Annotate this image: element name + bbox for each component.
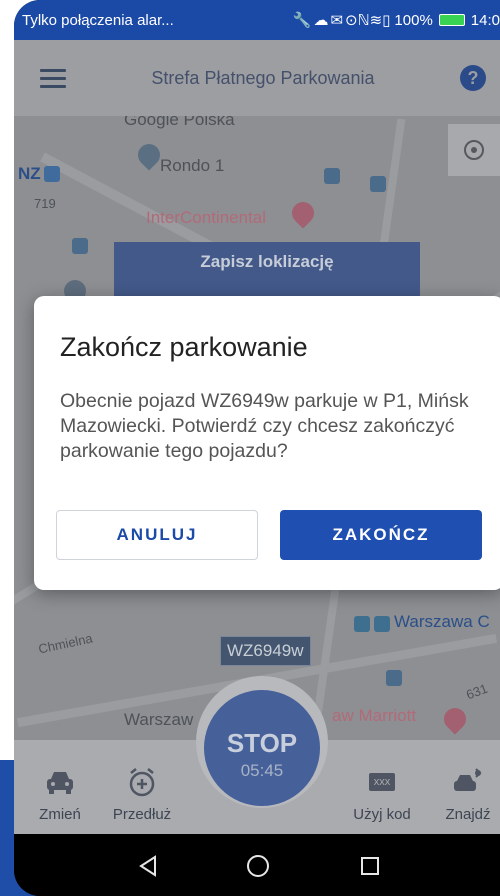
- map-label-intercontinental: InterContinental: [146, 208, 267, 227]
- notification-icons: 🔧☁✉: [292, 12, 346, 29]
- nav-use-code[interactable]: xxx Użyj kod: [342, 740, 422, 834]
- bus-stop-icon: [324, 168, 340, 184]
- phone-screen: Tylko połączenia alar... 🔧☁✉ ⊙ℕ≋▯ 100% 1…: [14, 0, 500, 896]
- dialog-actions: ANULUJ ZAKOŃCZ: [56, 510, 482, 560]
- cancel-button[interactable]: ANULUJ: [56, 510, 258, 560]
- locate-me-button[interactable]: [448, 124, 500, 176]
- battery-percent: 100%: [394, 11, 433, 29]
- parking-timer: 05:45: [240, 761, 284, 780]
- system-status: ⊙ℕ≋▯ 100% 14:0: [345, 11, 500, 30]
- metro-icon: [44, 166, 60, 182]
- crosshair-icon: [464, 140, 484, 160]
- map-label-warszawa: Warszawa C: [394, 612, 490, 631]
- car-icon: [20, 762, 100, 802]
- back-icon[interactable]: [130, 848, 166, 884]
- save-location-panel[interactable]: Zapisz loklizację: [114, 242, 420, 304]
- train-icon: [354, 616, 370, 632]
- map-label-nz: NZ: [18, 164, 41, 183]
- map-label-719: 719: [34, 196, 56, 211]
- map-label-warszaw: Warszaw: [124, 710, 194, 729]
- map-label-rondo: Rondo 1: [160, 156, 225, 175]
- bus-stop-icon: [370, 176, 386, 192]
- train-icon: [374, 616, 390, 632]
- status-bar: Tylko połączenia alar... 🔧☁✉ ⊙ℕ≋▯ 100% 1…: [14, 0, 500, 40]
- nav-label: Zmień: [39, 806, 81, 823]
- save-location-label: Zapisz loklizację: [200, 252, 334, 271]
- hotel-pin-icon: [287, 197, 319, 229]
- dialog-message: Obecnie pojazd WZ6949w parkuje w P1, Miń…: [60, 390, 469, 462]
- poi-icon: [72, 238, 88, 254]
- page-title: Strefa Płatnego Parkowania: [151, 67, 375, 88]
- vehicle-plate-marker[interactable]: WZ6949w: [220, 636, 311, 666]
- nav-find-car[interactable]: Znajdź: [428, 740, 500, 834]
- notification-text: Tylko połączenia alar...: [22, 11, 174, 29]
- system-icons: ⊙ℕ≋▯: [345, 12, 391, 29]
- help-icon[interactable]: ?: [460, 65, 486, 91]
- poi-icon: [386, 670, 402, 686]
- code-icon: xxx: [342, 762, 422, 802]
- nav-change-vehicle[interactable]: Zmień: [20, 740, 100, 834]
- nav-label: Użyj kod: [353, 806, 411, 823]
- nav-label: Znajdź: [445, 806, 491, 823]
- end-parking-dialog: Zakończ parkowanie Obecnie pojazd WZ6949…: [34, 296, 500, 590]
- home-icon[interactable]: [240, 848, 276, 884]
- app-bar: Strefa Płatnego Parkowania ?: [14, 40, 500, 116]
- code-icon-text: xxx: [368, 773, 396, 791]
- find-car-icon: [428, 762, 500, 802]
- hotel-pin-icon: [439, 703, 471, 735]
- map-label-chmielna: Chmielna: [37, 630, 94, 657]
- map-label-google: Google Polska: [124, 116, 235, 129]
- stop-label: STOP: [226, 728, 298, 758]
- alarm-plus-icon: [102, 762, 182, 802]
- dialog-title: Zakończ parkowanie: [60, 332, 308, 362]
- clock: 14:0: [470, 11, 500, 29]
- nav-label: Przedłuż: [112, 806, 172, 823]
- nav-extend[interactable]: Przedłuż: [102, 740, 182, 834]
- recents-icon[interactable]: [352, 848, 388, 884]
- battery-icon: [438, 14, 465, 26]
- stop-parking-button[interactable]: STOP 05:45: [204, 690, 320, 806]
- system-navigation-bar: [14, 834, 500, 896]
- map-label-631: 631: [464, 680, 490, 703]
- confirm-end-button[interactable]: ZAKOŃCZ: [280, 510, 482, 560]
- map-label-marriott: aw Marriott: [332, 706, 417, 725]
- menu-icon[interactable]: [40, 68, 66, 88]
